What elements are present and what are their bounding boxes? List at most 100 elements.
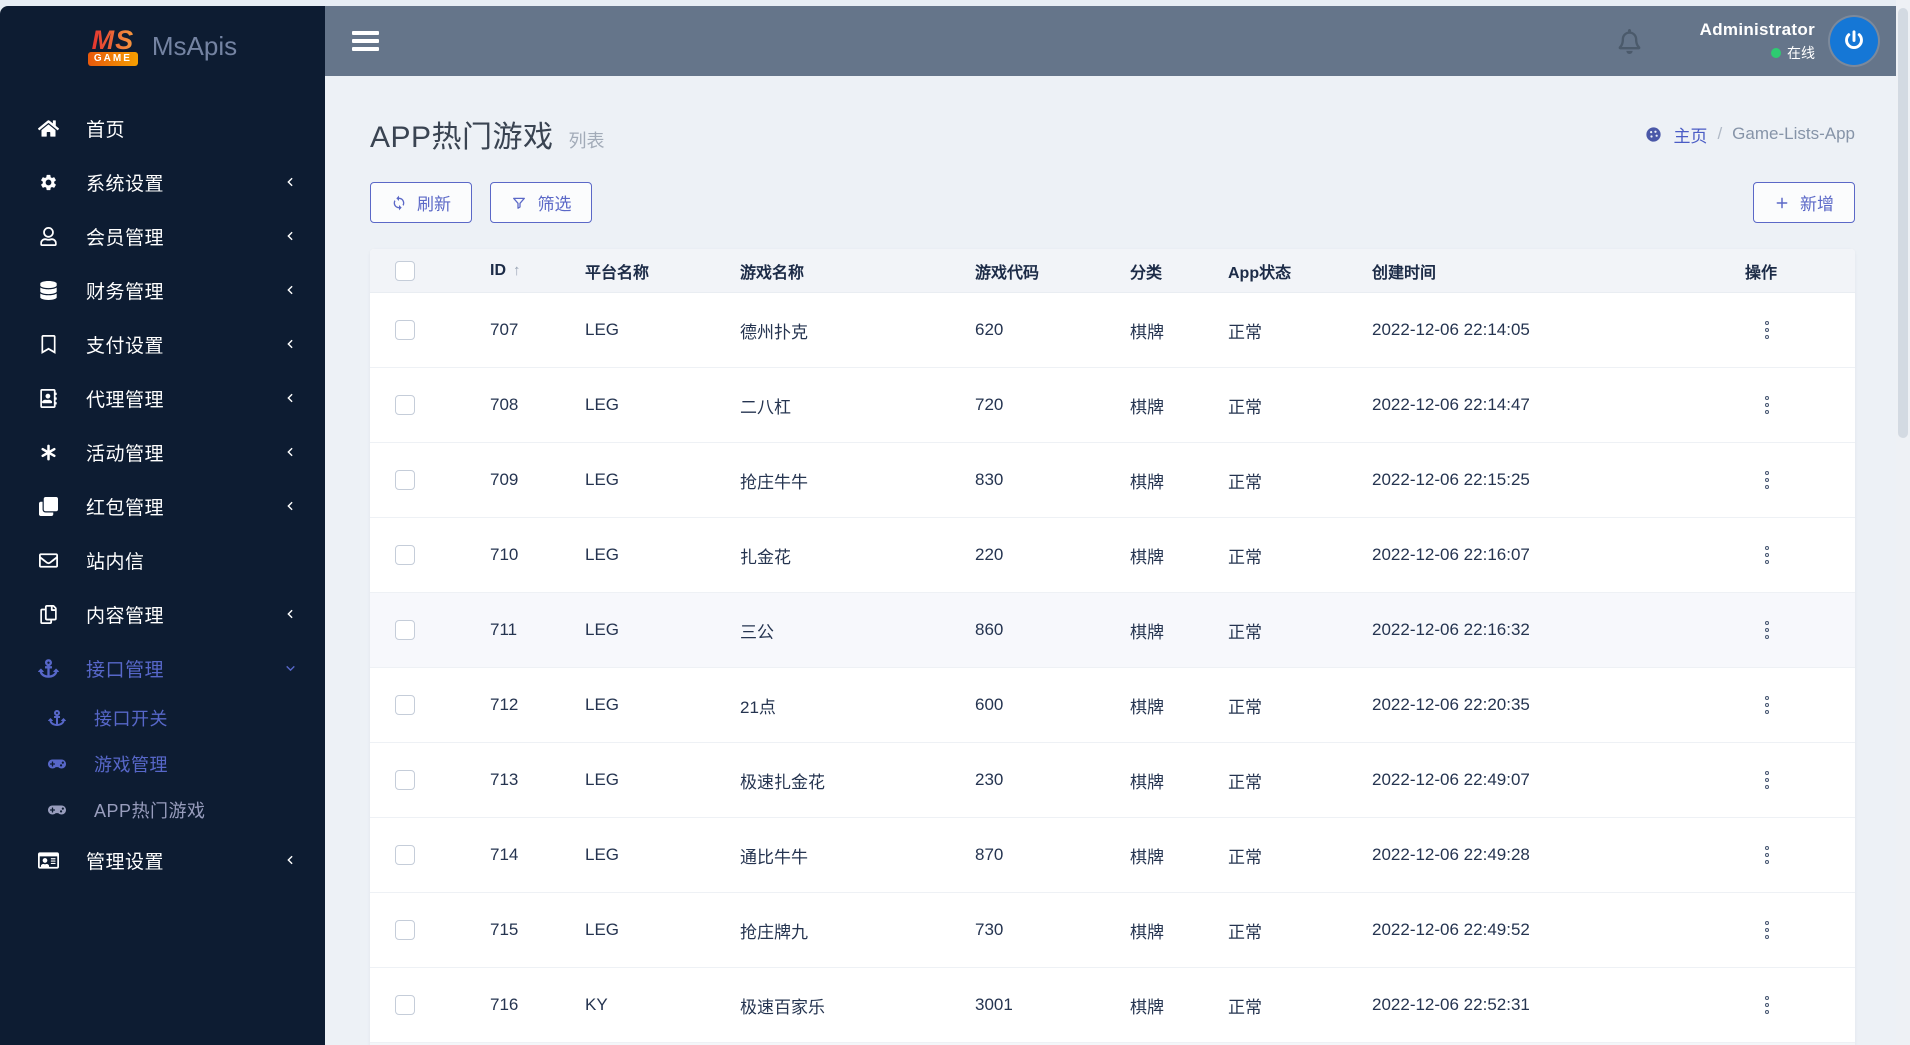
brand-logo-ms: MS bbox=[91, 24, 135, 55]
cell-category: 棋牌 bbox=[1130, 772, 1164, 792]
select-all-checkbox[interactable] bbox=[395, 260, 415, 281]
cell-platform: KY bbox=[585, 995, 608, 1014]
column-header-category: 分类 bbox=[1130, 264, 1163, 282]
bookmark-icon bbox=[38, 335, 68, 354]
row-checkbox[interactable] bbox=[395, 620, 415, 640]
cell-created-at: 2022-12-06 22:14:05 bbox=[1372, 320, 1530, 339]
cell-created-at: 2022-12-06 22:49:28 bbox=[1372, 845, 1530, 864]
avatar[interactable] bbox=[1830, 17, 1878, 65]
table-row: 714 LEG 通比牛牛 870 棋牌 正常 2022-12-06 22:49:… bbox=[370, 818, 1855, 893]
sidebar-item-home[interactable]: 首页 bbox=[0, 101, 325, 155]
address-book-icon bbox=[38, 389, 68, 408]
chevron-left-icon bbox=[284, 500, 297, 513]
sidebar-item-interface-switch[interactable]: 接口开关 bbox=[0, 695, 325, 741]
row-checkbox[interactable] bbox=[395, 695, 415, 715]
chevron-left-icon bbox=[284, 176, 297, 189]
cell-platform: LEG bbox=[585, 695, 620, 714]
row-actions-kebab-icon[interactable] bbox=[1757, 692, 1777, 718]
cell-id: 709 bbox=[490, 470, 519, 489]
cell-game-name: 德州扑克 bbox=[740, 322, 808, 342]
breadcrumb: 主页 / Game-Lists-App bbox=[1644, 122, 1855, 147]
row-actions-kebab-icon[interactable] bbox=[1757, 617, 1777, 643]
cell-created-at: 2022-12-06 22:52:31 bbox=[1372, 995, 1530, 1014]
row-actions-kebab-icon[interactable] bbox=[1757, 842, 1777, 868]
top-header: Administrator 在线 bbox=[325, 6, 1910, 76]
cell-platform: LEG bbox=[585, 620, 620, 639]
cell-category: 棋牌 bbox=[1130, 547, 1164, 567]
cell-created-at: 2022-12-06 22:16:32 bbox=[1372, 620, 1530, 639]
cell-app-status: 正常 bbox=[1228, 997, 1262, 1017]
power-icon bbox=[1841, 28, 1867, 54]
sidebar-item-game-management[interactable]: 游戏管理 bbox=[0, 741, 325, 787]
cell-id: 712 bbox=[490, 695, 519, 714]
table-row: 715 LEG 抢庄牌九 730 棋牌 正常 2022-12-06 22:49:… bbox=[370, 893, 1855, 968]
sidebar-item-interface-management[interactable]: 接口管理 bbox=[0, 641, 325, 695]
cell-id: 708 bbox=[490, 395, 519, 414]
breadcrumb-home-link[interactable]: 主页 bbox=[1673, 122, 1707, 147]
row-actions-kebab-icon[interactable] bbox=[1757, 392, 1777, 418]
row-checkbox[interactable] bbox=[395, 995, 415, 1015]
sort-asc-icon: ↑ bbox=[513, 261, 521, 279]
cell-created-at: 2022-12-06 22:49:07 bbox=[1372, 770, 1530, 789]
sidebar-item-member-management[interactable]: 会员管理 bbox=[0, 209, 325, 263]
chevron-left-icon bbox=[284, 338, 297, 351]
dashboard-icon bbox=[1644, 125, 1663, 144]
copy-icon bbox=[38, 605, 68, 624]
brand[interactable]: MS GAME MsApis bbox=[0, 6, 325, 86]
scrollbar-thumb[interactable] bbox=[1898, 8, 1908, 438]
column-header-app-status: App状态 bbox=[1228, 264, 1292, 282]
table-row: 707 LEG 德州扑克 620 棋牌 正常 2022-12-06 22:14:… bbox=[370, 293, 1855, 368]
cell-game-name: 抢庄牌九 bbox=[740, 922, 808, 942]
column-header-id[interactable]: ID ↑ bbox=[490, 262, 585, 280]
user-menu[interactable]: Administrator 在线 bbox=[1700, 20, 1815, 63]
sidebar-item-finance-management[interactable]: 财务管理 bbox=[0, 263, 325, 317]
sidebar-item-admin-settings[interactable]: 管理设置 bbox=[0, 833, 325, 887]
cell-game-name: 极速百家乐 bbox=[740, 997, 825, 1017]
sidebar-item-site-messages[interactable]: 站内信 bbox=[0, 533, 325, 587]
row-checkbox[interactable] bbox=[395, 320, 415, 340]
add-button[interactable]: 新增 bbox=[1753, 182, 1855, 223]
row-checkbox[interactable] bbox=[395, 470, 415, 490]
chevron-left-icon bbox=[284, 608, 297, 621]
row-checkbox[interactable] bbox=[395, 920, 415, 940]
asterisk-icon bbox=[38, 443, 68, 462]
row-actions-kebab-icon[interactable] bbox=[1757, 467, 1777, 493]
hamburger-menu-icon[interactable] bbox=[352, 31, 379, 51]
sidebar-item-app-hot-games[interactable]: APP热门游戏 bbox=[0, 787, 325, 833]
row-checkbox[interactable] bbox=[395, 395, 415, 415]
sidebar-item-content-management[interactable]: 内容管理 bbox=[0, 587, 325, 641]
sidebar-item-agent-management[interactable]: 代理管理 bbox=[0, 371, 325, 425]
row-actions-kebab-icon[interactable] bbox=[1757, 767, 1777, 793]
table-row: 709 LEG 抢庄牛牛 830 棋牌 正常 2022-12-06 22:15:… bbox=[370, 443, 1855, 518]
cell-category: 棋牌 bbox=[1130, 322, 1164, 342]
row-checkbox[interactable] bbox=[395, 545, 415, 565]
table-row: 712 LEG 21点 600 棋牌 正常 2022-12-06 22:20:3… bbox=[370, 668, 1855, 743]
cell-game-code: 220 bbox=[975, 545, 1004, 564]
cell-category: 棋牌 bbox=[1130, 397, 1164, 417]
cell-created-at: 2022-12-06 22:14:47 bbox=[1372, 395, 1530, 414]
cell-app-status: 正常 bbox=[1228, 922, 1262, 942]
plus-icon bbox=[1774, 195, 1790, 211]
chevron-left-icon bbox=[284, 854, 297, 867]
cell-created-at: 2022-12-06 22:16:07 bbox=[1372, 545, 1530, 564]
chevron-left-icon bbox=[284, 446, 297, 459]
sidebar-item-system-settings[interactable]: 系统设置 bbox=[0, 155, 325, 209]
notification-bell-icon[interactable] bbox=[1617, 29, 1642, 54]
online-dot bbox=[1771, 47, 1781, 58]
row-checkbox[interactable] bbox=[395, 770, 415, 790]
cell-category: 棋牌 bbox=[1130, 997, 1164, 1017]
cell-game-name: 极速扎金花 bbox=[740, 772, 825, 792]
anchor-icon bbox=[48, 710, 78, 726]
refresh-button[interactable]: 刷新 bbox=[370, 182, 472, 223]
sidebar-item-payment-settings[interactable]: 支付设置 bbox=[0, 317, 325, 371]
row-actions-kebab-icon[interactable] bbox=[1757, 317, 1777, 343]
sidebar-item-redpacket-management[interactable]: 红包管理 bbox=[0, 479, 325, 533]
database-icon bbox=[38, 281, 68, 300]
row-actions-kebab-icon[interactable] bbox=[1757, 917, 1777, 943]
row-actions-kebab-icon[interactable] bbox=[1757, 542, 1777, 568]
filter-button[interactable]: 筛选 bbox=[490, 182, 593, 223]
row-actions-kebab-icon[interactable] bbox=[1757, 992, 1777, 1018]
row-checkbox[interactable] bbox=[395, 845, 415, 865]
cell-created-at: 2022-12-06 22:49:52 bbox=[1372, 920, 1530, 939]
sidebar-item-activity-management[interactable]: 活动管理 bbox=[0, 425, 325, 479]
